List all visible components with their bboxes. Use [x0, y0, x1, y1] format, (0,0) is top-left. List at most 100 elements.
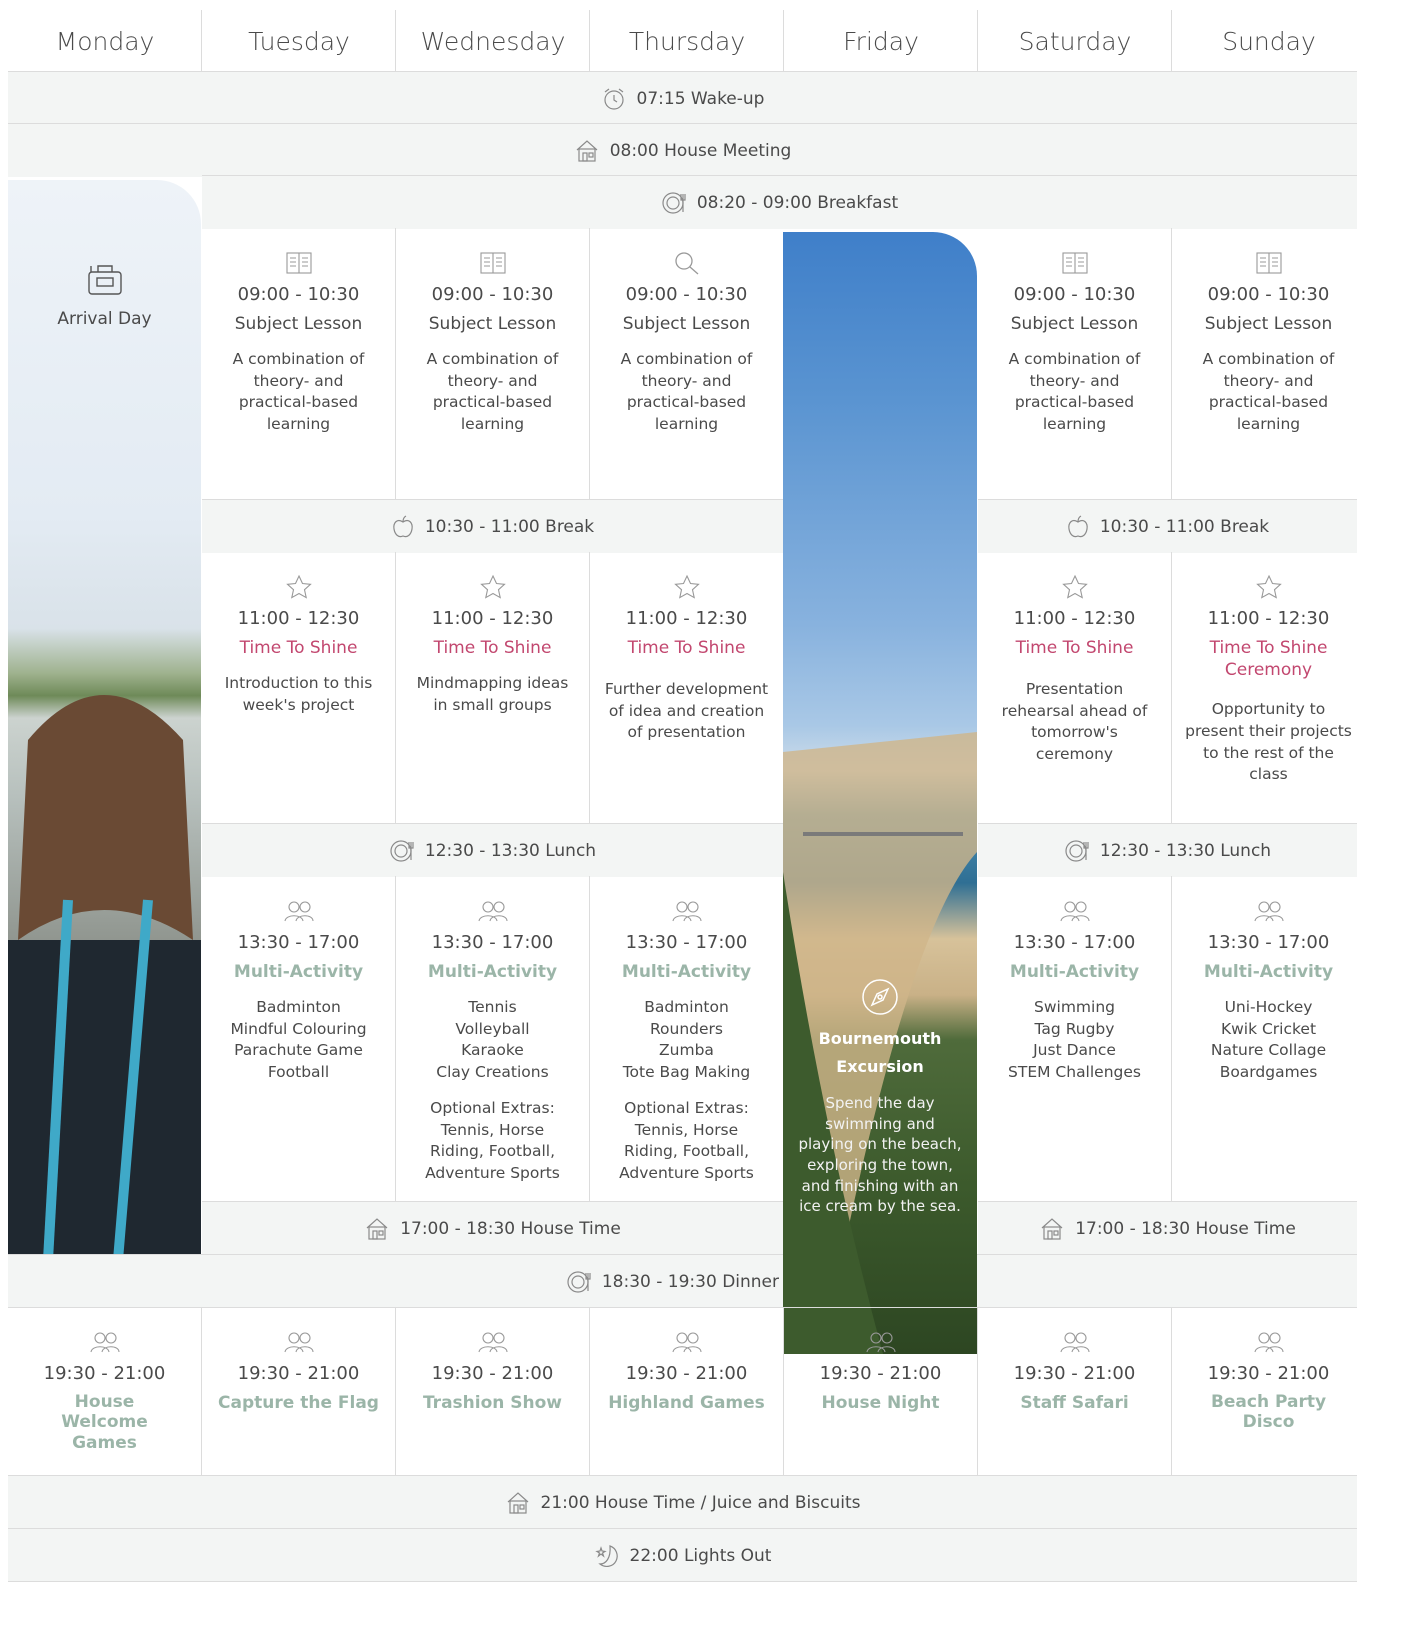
band-dinner-text: 18:30 - 19:30 Dinner	[601, 1271, 779, 1292]
evening-monday: 19:30 - 21:00 House Welcome Games	[8, 1307, 201, 1475]
band-housetime-left: 17:00 - 18:30 House Time	[202, 1201, 783, 1255]
activity-item: Clay Creations	[436, 1063, 549, 1082]
band-house-meeting: 08:00 House Meeting	[8, 123, 1357, 177]
evening-time: 19:30 - 21:00	[237, 1363, 360, 1384]
friday-excursion: Bournemouth Excursion Spend the day swim…	[783, 979, 977, 1217]
band-break-left: 10:30 - 11:00 Break	[202, 499, 783, 553]
activity-item: Swimming	[1034, 998, 1115, 1017]
header-monday: Monday	[55, 26, 155, 56]
evening-title: Capture the Flag	[218, 1393, 379, 1413]
shine-time: 11:00 - 12:30	[431, 608, 554, 629]
lesson-time: 09:00 - 10:30	[237, 284, 360, 305]
evening-thursday: 19:30 - 21:00 Highland Games	[590, 1307, 783, 1475]
compass-icon	[862, 979, 898, 1015]
multi-activities: Tennis Volleyball Karaoke Clay Creations	[428, 997, 556, 1084]
lesson-saturday: 09:00 - 10:30 Subject Lesson A combinati…	[978, 228, 1171, 499]
lesson-sunday: 09:00 - 10:30 Subject Lesson A combinati…	[1172, 228, 1365, 499]
shine-title: Time To Shine	[239, 638, 358, 658]
band-juice-text: 21:00 House Time / Juice and Biscuits	[540, 1492, 861, 1513]
multi-tuesday: 13:30 - 17:00 Multi-Activity Badminton M…	[202, 876, 395, 1201]
shine-desc: Further development of idea and creation…	[604, 680, 769, 742]
multi-activities: Badminton Rounders Zumba Tote Bag Making	[615, 997, 759, 1084]
people-icon	[865, 1332, 896, 1353]
header-saturday: Saturday	[1018, 26, 1132, 56]
multi-title: Multi-Activity	[621, 962, 752, 982]
activity-item: Zumba	[659, 1041, 714, 1060]
people-icon	[283, 1332, 314, 1353]
activity-item: Tag Rugby	[1034, 1019, 1115, 1038]
band-break-right-text: 10:30 - 11:00 Break	[1099, 516, 1270, 537]
multi-title: Multi-Activity	[1009, 962, 1140, 982]
header-friday: Friday	[843, 26, 919, 56]
shine-tuesday: 11:00 - 12:30 Time To Shine Introduction…	[202, 552, 395, 823]
multi-title: Multi-Activity	[1203, 962, 1334, 982]
shine-time: 11:00 - 12:30	[625, 608, 748, 629]
activity-item: STEM Challenges	[1008, 1063, 1141, 1082]
excursion-title-2: Excursion	[836, 1057, 924, 1076]
shine-desc: Mindmapping ideas in small groups	[416, 674, 569, 714]
band-housetime-left-text: 17:00 - 18:30 House Time	[400, 1218, 621, 1239]
shine-time: 11:00 - 12:30	[1207, 608, 1330, 629]
evening-title: Beach Party Disco	[1210, 1392, 1327, 1433]
shine-time: 11:00 - 12:30	[237, 608, 360, 629]
people-icon	[1253, 901, 1284, 922]
house-icon	[507, 1491, 528, 1514]
band-lights-out: 22:00 Lights Out	[8, 1528, 1357, 1582]
magnifier-icon	[674, 252, 698, 275]
multi-wednesday: 13:30 - 17:00 Multi-Activity Tennis Voll…	[396, 876, 589, 1201]
book-icon	[285, 252, 312, 274]
plate-cutlery-icon	[567, 1270, 591, 1293]
band-dinner-right	[977, 1254, 1357, 1308]
people-icon	[89, 1332, 120, 1353]
lesson-desc: A combination of theory- and practical-b…	[1202, 350, 1335, 434]
evening-time: 19:30 - 21:00	[43, 1363, 166, 1384]
lesson-title: Subject Lesson	[1010, 314, 1139, 334]
student-photo	[8, 180, 201, 1301]
excursion-desc: Spend the day swimming and playing on th…	[798, 1094, 962, 1216]
band-juice: 21:00 House Time / Juice and Biscuits	[8, 1475, 1357, 1529]
alarm-clock-icon	[603, 88, 624, 110]
shine-desc: Opportunity to present their projects to…	[1185, 700, 1352, 784]
band-lunch-right: 12:30 - 13:30 Lunch	[978, 823, 1357, 877]
header-tuesday: Tuesday	[248, 26, 350, 56]
people-icon	[477, 1332, 508, 1353]
people-icon	[477, 901, 508, 922]
house-icon	[1041, 1217, 1063, 1240]
evening-sunday: 19:30 - 21:00 Beach Party Disco	[1172, 1307, 1365, 1475]
shine-thursday: 11:00 - 12:30 Time To Shine Further deve…	[590, 552, 783, 823]
suitcase-icon	[87, 265, 122, 295]
lesson-time: 09:00 - 10:30	[431, 284, 554, 305]
lesson-thursday: 09:00 - 10:30 Subject Lesson A combinati…	[590, 228, 783, 499]
activity-item: Badminton	[644, 998, 729, 1017]
multi-saturday: 13:30 - 17:00 Multi-Activity Swimming Ta…	[978, 876, 1171, 1201]
lesson-wednesday: 09:00 - 10:30 Subject Lesson A combinati…	[396, 228, 589, 499]
people-icon	[283, 901, 314, 922]
star-icon	[285, 574, 312, 599]
multi-time: 13:30 - 17:00	[431, 932, 554, 953]
band-lunch-left: 12:30 - 13:30 Lunch	[202, 823, 783, 877]
activity-item: Just Dance	[1033, 1041, 1116, 1060]
multi-activities: Uni-Hockey Kwik Cricket Nature Collage B…	[1203, 997, 1334, 1084]
shine-title: Time To Shine	[433, 638, 552, 658]
activity-item: Boardgames	[1219, 1063, 1318, 1082]
activity-item: Tote Bag Making	[622, 1063, 751, 1082]
house-icon	[576, 139, 598, 162]
multi-time: 13:30 - 17:00	[1207, 932, 1330, 953]
book-icon	[479, 252, 506, 274]
evening-time: 19:30 - 21:00	[1207, 1363, 1330, 1384]
band-lights-text: 22:00 Lights Out	[629, 1545, 772, 1566]
multi-time: 13:30 - 17:00	[625, 932, 748, 953]
activity-item: Uni-Hockey	[1224, 998, 1313, 1017]
band-wakeup: 07:15 Wake-up	[8, 71, 1357, 125]
shine-title: Time To Shine	[627, 638, 746, 658]
band-housetime-right: 17:00 - 18:30 House Time	[978, 1201, 1357, 1255]
activity-item: Mindful Colouring	[230, 1019, 367, 1038]
activity-item: Parachute Game	[234, 1041, 363, 1060]
people-icon	[671, 1332, 702, 1353]
activity-item: Tennis	[468, 998, 517, 1017]
arrival-day-label: Arrival Day	[57, 309, 152, 329]
lesson-time: 09:00 - 10:30	[1207, 284, 1330, 305]
multi-title: Multi-Activity	[427, 962, 558, 982]
multi-thursday: 13:30 - 17:00 Multi-Activity Badminton R…	[590, 876, 783, 1201]
band-breakfast-text: 08:20 - 09:00 Breakfast	[696, 192, 899, 213]
